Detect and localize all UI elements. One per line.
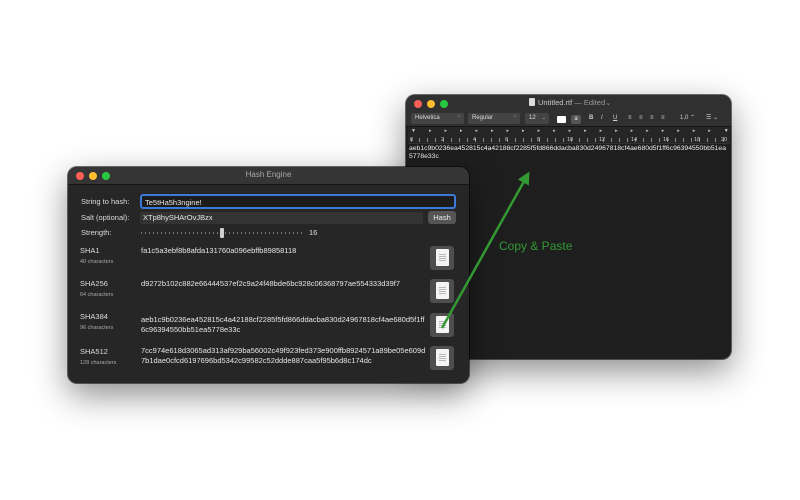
hash-engine-titlebar: Hash Engine — [68, 167, 469, 185]
ruler-number: 4 — [473, 137, 477, 143]
zoom-button[interactable] — [102, 172, 110, 180]
tab-stop-icon[interactable]: ▸ — [491, 128, 494, 134]
ruler-number: 16 — [663, 137, 670, 143]
minimize-button[interactable] — [89, 172, 97, 180]
window-title: Hash Engine — [245, 170, 292, 179]
align-center-icon[interactable]: ≡ — [639, 113, 643, 124]
hash-count-sha1: 40 characters — [80, 259, 114, 265]
document-icon — [529, 98, 535, 106]
salt-input[interactable]: XTp8hySHArOvJBzx — [140, 212, 423, 224]
copy-paste-label: Copy & Paste — [499, 239, 573, 253]
tab-stop-icon[interactable]: ▸ — [476, 128, 479, 134]
hash-value-sha384[interactable]: aeb1c9b0236ea452815c4a42188cf2285f5fd866… — [141, 315, 426, 335]
ruler-number: 18 — [694, 137, 701, 143]
font-size-value: 12 — [529, 115, 536, 121]
tab-stop-icon[interactable]: ▸ — [708, 128, 711, 134]
hash-name-sha512: SHA512 — [80, 347, 108, 356]
tab-stop-icon[interactable]: ▼ — [724, 128, 729, 134]
ruler-number: 14 — [631, 137, 638, 143]
strength-slider-knob[interactable] — [220, 228, 224, 238]
list-icon[interactable]: ☰ ⌄ — [706, 113, 718, 124]
tab-stop-icon[interactable]: ▸ — [444, 128, 447, 134]
align-justify-icon[interactable]: ≡ — [650, 113, 654, 124]
hash-count-sha512: 128 characters — [80, 360, 117, 366]
title-separator: — — [574, 98, 582, 107]
font-style-select[interactable]: Regular ⌃ — [468, 113, 520, 124]
tab-stop-icon[interactable]: ▼ — [411, 128, 416, 134]
chevron-down-icon[interactable]: ⌄ — [605, 98, 611, 107]
hash-value-sha1[interactable]: fa1c5a3ebf8b8afda131760a096ebffb89858118 — [141, 246, 426, 256]
copy-sha512-button[interactable] — [430, 346, 454, 370]
ruler-number: 6 — [505, 137, 509, 143]
line-spacing-select[interactable]: 1,0 ⌃ — [680, 113, 695, 124]
document-title: Untitled.rtf — Edited⌄ — [529, 98, 611, 107]
tab-stop-icon[interactable]: ▸ — [631, 128, 634, 134]
stepper-icon: ⌃ — [512, 115, 517, 121]
highlight-color-button[interactable]: a — [571, 115, 581, 124]
ruler-number: 20 — [721, 137, 728, 143]
copy-doc-icon — [436, 349, 449, 366]
hash-count-sha384: 96 characters — [80, 325, 114, 331]
tab-stop-icon[interactable]: ▸ — [460, 128, 463, 134]
hash-name-sha1: SHA1 — [80, 246, 100, 255]
font-size-select[interactable]: 12 ⌄ — [525, 113, 549, 124]
tab-stop-icon[interactable]: ▸ — [553, 128, 556, 134]
ruler-number: 8 — [537, 137, 541, 143]
tab-stop-icon[interactable]: ▸ — [507, 128, 510, 134]
align-left-icon[interactable]: ≡ — [628, 113, 632, 124]
ruler-number: 10 — [567, 137, 574, 143]
text-color-well[interactable] — [557, 116, 566, 123]
tab-stop-icon[interactable]: ▸ — [569, 128, 572, 134]
minimize-button[interactable] — [427, 100, 435, 108]
hash-value-sha256[interactable]: d9272b102c882e66444537ef2c9a24f48bde6bc9… — [141, 279, 426, 289]
tab-stop-icon[interactable]: ▸ — [693, 128, 696, 134]
salt-label: Salt (optional): — [81, 213, 130, 222]
tab-stop-icon[interactable]: ▸ — [600, 128, 603, 134]
ruler-number: 12 — [599, 137, 606, 143]
stepper-icon: ⌃ — [456, 115, 461, 121]
strength-value: 16 — [309, 228, 318, 237]
ruler-number: 0 — [410, 137, 414, 143]
tab-stop-icon[interactable]: ▸ — [646, 128, 649, 134]
strength-label: Strength: — [81, 228, 112, 237]
hash-value-sha512[interactable]: 7cc974e618d3065ad313af929ba56002c49f923f… — [141, 346, 426, 366]
tab-stops[interactable]: ▼ ▸ ▸ ▸ ▸ ▸ ▸ ▸ ▸ ▸ ▸ ▸ ▸ ▸ ▸ ▸ ▸ ▸ ▸ ▸ ▼ — [411, 128, 729, 134]
tab-stop-icon[interactable]: ▸ — [615, 128, 618, 134]
zoom-button[interactable] — [440, 100, 448, 108]
edited-status[interactable]: Edited — [584, 98, 605, 107]
ruler-number: 2 — [441, 137, 445, 143]
window-controls — [414, 100, 448, 108]
font-style-value: Regular — [472, 115, 494, 121]
tab-stop-icon[interactable]: ▸ — [677, 128, 680, 134]
string-input[interactable]: Te5tHa5h3ngine! — [140, 194, 456, 209]
tab-stop-icon[interactable]: ▸ — [662, 128, 665, 134]
document-filename: Untitled.rtf — [538, 98, 573, 107]
tab-stop-icon[interactable]: ▸ — [584, 128, 587, 134]
bold-button[interactable]: B — [589, 113, 593, 124]
hash-name-sha256: SHA256 — [80, 279, 108, 288]
tab-stop-icon[interactable]: ▸ — [522, 128, 525, 134]
font-family-select[interactable]: Helvetica ⌃ — [411, 113, 464, 124]
window-controls — [76, 172, 110, 180]
hash-name-sha384: SHA384 — [80, 312, 108, 321]
font-family-value: Helvetica — [415, 115, 440, 121]
underline-button[interactable]: U — [613, 113, 617, 124]
chevron-down-icon: ⌄ — [541, 115, 546, 121]
string-label: String to hash: — [81, 197, 130, 206]
close-button[interactable] — [414, 100, 422, 108]
line-spacing-value: 1,0 — [680, 115, 689, 121]
hash-count-sha256: 64 characters — [80, 292, 114, 298]
tab-stop-icon[interactable]: ▸ — [429, 128, 432, 134]
tab-stop-icon[interactable]: ▸ — [538, 128, 541, 134]
align-right-icon[interactable]: ≡ — [661, 113, 665, 124]
italic-button[interactable]: I — [601, 113, 603, 124]
document-body-text[interactable]: aeb1c9b0236ea452815c4a42188cf2285f5fd866… — [409, 145, 727, 161]
close-button[interactable] — [76, 172, 84, 180]
